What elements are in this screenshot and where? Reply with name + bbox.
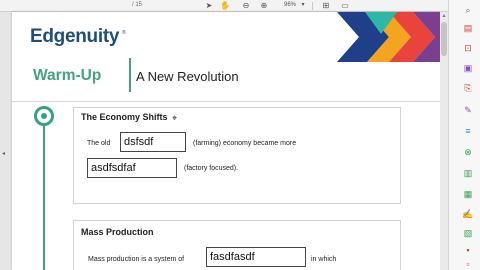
page-subtitle: A New Revolution [136, 69, 239, 84]
scroll-up-icon[interactable]: ▲ [440, 13, 448, 20]
protect-icon[interactable]: ▥ [462, 167, 474, 179]
search-icon[interactable]: ⌕ [462, 4, 474, 16]
page-title: Warm-Up [33, 67, 102, 84]
logo-trademark: ® [122, 30, 126, 36]
answer-field-2[interactable]: asdfsdfaf [87, 158, 177, 178]
timeline-dot [41, 113, 47, 119]
collapse-left-icon[interactable]: ◂ [2, 150, 5, 157]
section-title: The Economy Shifts [81, 112, 168, 122]
hint-text: (farming) economy became more [193, 140, 297, 147]
decorative-chevrons [337, 12, 440, 62]
combine-files-icon[interactable]: ✎ [462, 104, 474, 116]
export-pdf-icon[interactable]: ▤ [462, 22, 474, 34]
toolbar-divider [312, 2, 313, 10]
compress-icon[interactable]: ▦ [462, 188, 474, 200]
hint-text: (factory focused). [184, 165, 239, 172]
answer-field-1[interactable]: dsfsdf [120, 132, 186, 152]
sentence-text: in which [311, 256, 337, 263]
cursor-icon: ⌖ [172, 113, 178, 123]
zoom-out-icon[interactable]: ⊖ [240, 0, 252, 12]
more-tools-icon[interactable]: ▫ [462, 258, 474, 270]
comment-icon[interactable]: ⎘ [462, 82, 474, 94]
chevron-down-icon[interactable]: ▾ [299, 0, 307, 12]
hand-icon[interactable]: ✋ [219, 0, 231, 12]
select-arrow-icon[interactable]: ➤ [203, 0, 215, 12]
pdf-toolbar: / 15 ➤ ✋ ⊖ ⊕ 96% ▾ ⊞ ▭ [0, 0, 480, 12]
scrollbar-thumb[interactable] [441, 22, 447, 56]
sentence-text: The old [87, 140, 111, 147]
page-view-icon[interactable]: ▭ [339, 0, 351, 12]
header-divider [129, 58, 131, 92]
timeline-line [43, 126, 45, 270]
page-indicator[interactable]: / 15 [118, 0, 156, 12]
section-title: Mass Production [81, 227, 154, 237]
redact-icon[interactable]: ⊗ [462, 146, 474, 158]
zoom-level[interactable]: 96% [281, 0, 299, 12]
edit-pdf-icon[interactable]: ▣ [462, 62, 474, 74]
pdf-page: Edgenuity ® Warm-Up A New Revolution The… [12, 12, 440, 270]
organize-pages-icon[interactable]: ≡ [462, 125, 474, 137]
section-divider [12, 101, 440, 102]
answer-field-3[interactable]: fasdfasdf [206, 247, 306, 267]
stamp-icon[interactable]: ▪ [462, 244, 474, 256]
fill-sign-icon[interactable]: ✍ [462, 208, 474, 220]
fit-page-icon[interactable]: ⊞ [320, 0, 332, 12]
create-pdf-icon[interactable]: ⊡ [462, 42, 474, 54]
zoom-in-icon[interactable]: ⊕ [258, 0, 270, 12]
send-review-icon[interactable]: ▧ [462, 227, 474, 239]
sentence-text: Mass production is a system of [88, 256, 185, 263]
edgenuity-logo: Edgenuity [30, 26, 120, 47]
